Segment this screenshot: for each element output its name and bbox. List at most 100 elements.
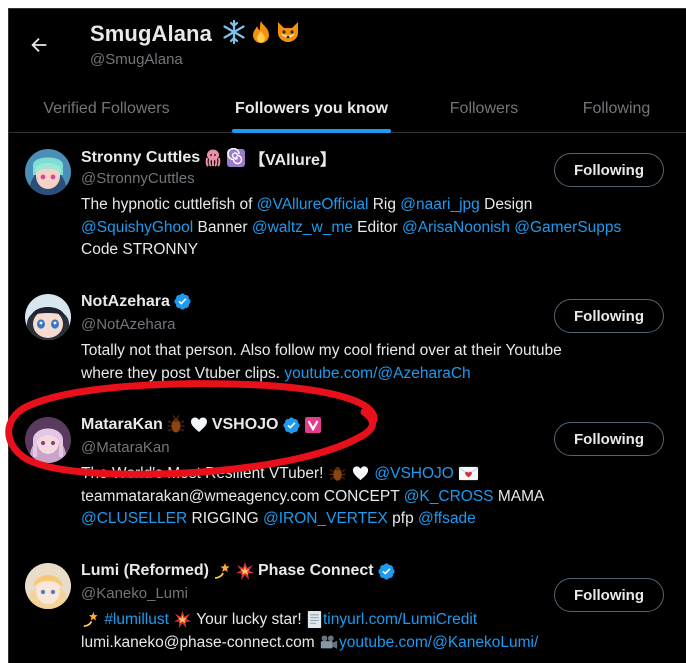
bio-text: The World's Most Resilient VTuber! (81, 465, 328, 482)
following-button[interactable]: Following (554, 578, 664, 612)
avatar[interactable] (25, 417, 71, 463)
tab-following[interactable]: Following (549, 85, 684, 133)
bio-line: lumi.kaneko@phase-connect.com youtube.co… (81, 632, 671, 655)
user-name-row[interactable]: Stronny Cuttles 【VAllure】 (81, 146, 336, 170)
user-name-suffix: VSHOJO (211, 416, 279, 433)
collision-icon (174, 611, 192, 629)
white-heart-icon (352, 466, 369, 481)
avatar-image (25, 294, 71, 340)
back-arrow-icon (31, 37, 47, 53)
user-cell[interactable]: Stronny Cuttles 【VAllure】 @StronnyCuttle… (9, 133, 686, 279)
user-handle[interactable]: @MataraKan (81, 439, 170, 456)
white-heart-icon (190, 417, 207, 432)
bio-line: @SquishyGhool Banner @waltz_w_me Editor … (81, 217, 671, 240)
cockroach-icon (329, 467, 346, 482)
bio-mention[interactable]: @ArisaNoonish (402, 219, 510, 236)
user-bio: Totally not that person. Also follow my … (81, 340, 671, 385)
bio-mention[interactable]: @naari_jpg (400, 196, 480, 213)
bio-hashtag[interactable]: #lumillust (104, 611, 169, 628)
dizzy-star-icon (83, 612, 98, 628)
bio-text: Your lucky star! (192, 611, 306, 628)
user-handle[interactable]: @NotAzehara (81, 316, 175, 333)
cockroach-icon (167, 415, 185, 433)
user-cell[interactable]: NotAzehara @NotAzehara Following Totally… (9, 279, 686, 402)
bio-line: @CLUSELLER RIGGING @IRON_VERTEX pfp @ffs… (81, 508, 671, 531)
user-name-row[interactable]: NotAzehara (81, 292, 192, 311)
user-name[interactable]: MataraKan (81, 416, 163, 434)
bio-line: Code STRONNY (81, 239, 671, 262)
bio-mention[interactable]: @GamerSupps (514, 219, 621, 236)
bio-mention[interactable]: @ffsade (418, 510, 476, 527)
user-name[interactable]: Stronny Cuttles (81, 149, 200, 167)
avatar-image (25, 149, 71, 195)
bio-mention[interactable]: @IRON_VERTEX (263, 510, 388, 527)
bio-text: The hypnotic cuttlefish of (81, 196, 257, 213)
bio-text: where they post Vtuber clips. (81, 364, 285, 382)
snowflake-icon (223, 19, 245, 45)
collision-icon (236, 562, 254, 580)
following-button[interactable]: Following (554, 422, 664, 456)
user-name-row[interactable]: Lumi (Reformed) Phase Connect (81, 561, 396, 581)
bio-mention[interactable]: @VSHOJO (374, 465, 453, 482)
page-icon (307, 611, 322, 629)
user-handle[interactable]: @Kaneko_Lumi (81, 585, 188, 602)
followers-tabs: Verified Followers Followers you know Fo… (9, 85, 686, 133)
avatar[interactable] (25, 563, 71, 609)
user-name-suffix: 【VAllure】 (249, 152, 336, 169)
user-name-row[interactable]: MataraKan VSHOJO (81, 415, 322, 435)
fox-face-icon (278, 22, 298, 42)
bio-line: #lumillust Your lucky star! tinyurl.com/… (81, 609, 671, 632)
user-handle[interactable]: @StronnyCuttles (81, 170, 195, 187)
bio-mention[interactable]: @VAllureOfficial (257, 196, 369, 213)
user-name[interactable]: NotAzehara (81, 293, 170, 311)
movie-camera-icon (320, 635, 338, 650)
profile-name-emojis (221, 19, 301, 45)
user-cell[interactable]: MataraKan VSHOJO @MataraKan Following Th… (9, 402, 686, 548)
avatar-image (25, 417, 71, 463)
profile-header: SmugAlana @SmugAlana Verified Followers … (9, 9, 686, 133)
dizzy-star-icon (214, 563, 230, 579)
tab-followers-you-know[interactable]: Followers you know (204, 85, 419, 133)
user-bio: #lumillust Your lucky star! tinyurl.com/… (81, 609, 671, 654)
bio-text: lumi.kaneko@phase-connect.com (81, 633, 320, 651)
love-letter-icon (458, 467, 479, 481)
bio-line: The hypnotic cuttlefish of @VAllureOffic… (81, 194, 671, 217)
bio-text: MAMA (493, 487, 545, 505)
following-button[interactable]: Following (554, 299, 664, 333)
tab-followers[interactable]: Followers (419, 85, 549, 133)
bio-text: Editor (352, 218, 402, 236)
bio-text: Code STRONNY (81, 241, 199, 258)
profile-handle: @SmugAlana (90, 51, 183, 68)
bio-mention[interactable]: @waltz_w_me (252, 219, 353, 236)
octopus-icon (205, 149, 221, 167)
user-bio: The World's Most Resilient VTuber! @VSHO… (81, 463, 671, 531)
bio-link[interactable]: youtube.com/@AzeharaCh (284, 365, 470, 382)
bio-text: teammatarakan@wmeagency.com CONCEPT (81, 487, 404, 505)
bio-line: where they post Vtuber clips. youtube.co… (81, 363, 671, 386)
bio-mention[interactable]: @SquishyGhool (81, 219, 193, 236)
avatar-image (25, 563, 71, 609)
bio-text: Banner (193, 218, 252, 236)
following-button[interactable]: Following (554, 153, 664, 187)
verified-badge-icon (377, 562, 395, 580)
back-button[interactable] (25, 31, 53, 59)
avatar[interactable] (25, 294, 71, 340)
bio-line: The World's Most Resilient VTuber! @VSHO… (81, 463, 671, 486)
tab-verified-followers[interactable]: Verified Followers (9, 85, 204, 133)
user-cell[interactable]: Lumi (Reformed) Phase Connect @Kaneko_Lu… (9, 548, 686, 663)
bio-mention[interactable]: @K_CROSS (404, 488, 494, 505)
user-name[interactable]: Lumi (Reformed) (81, 562, 209, 580)
bio-text: Design (479, 196, 533, 213)
hypnosis-spiral-icon (227, 148, 246, 167)
bio-text: Totally not that person. Also follow my … (81, 342, 562, 359)
bio-line: Totally not that person. Also follow my … (81, 340, 671, 363)
verified-badge-icon (174, 293, 191, 310)
bio-mention[interactable]: @CLUSELLER (81, 510, 187, 527)
affiliate-badge-icon (304, 417, 321, 433)
avatar[interactable] (25, 149, 71, 195)
bio-link[interactable]: tinyurl.com/LumiCredit (323, 611, 477, 628)
bio-link[interactable]: youtube.com/@KanekoLumi/ (339, 634, 538, 651)
bio-line: teammatarakan@wmeagency.com CONCEPT @K_C… (81, 486, 671, 509)
fire-icon (253, 21, 269, 43)
window-top-margin (0, 0, 686, 8)
